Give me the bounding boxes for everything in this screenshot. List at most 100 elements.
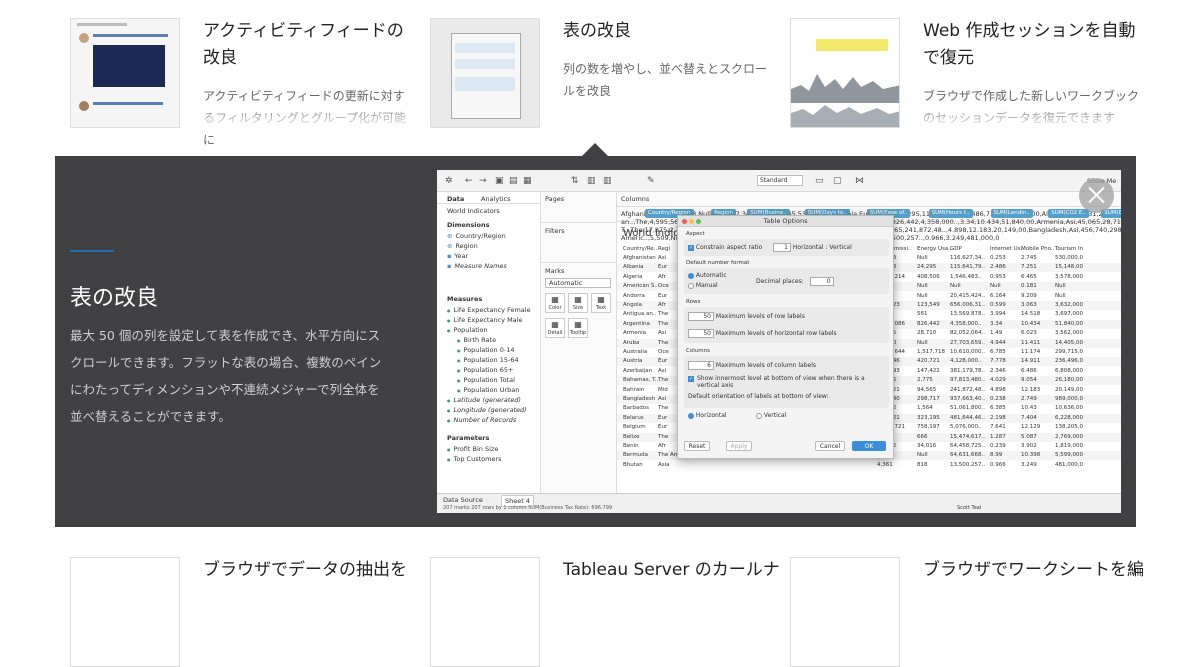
automatic-radio[interactable] [688, 272, 694, 279]
measure-field[interactable]: ● Population Urban [447, 385, 531, 395]
dimension-icon: ⊕ [447, 242, 453, 250]
tab-analytics[interactable]: Analytics [481, 195, 511, 203]
horizontal-radio[interactable] [688, 412, 694, 419]
column-header[interactable]: Internet Us.. [990, 244, 1024, 254]
close-icon[interactable] [1079, 178, 1114, 213]
card-bottom-2[interactable]: Tableau Server のカールナ [430, 557, 780, 667]
column-header[interactable]: GDP [950, 244, 962, 254]
minimize-window-icon[interactable] [689, 219, 694, 224]
number-format-label: Default number format [686, 260, 750, 266]
parameter-icon: ● [447, 457, 451, 462]
constrain-checkbox[interactable]: ✓ [688, 244, 694, 251]
cancel-button[interactable]: Cancel [815, 441, 845, 451]
measure-field[interactable]: ● Population 15-64 [447, 355, 531, 365]
innermost-checkbox[interactable]: ✓ [688, 376, 694, 382]
vertical-radio[interactable] [756, 412, 762, 419]
mark-size-button[interactable]: ▦ Size [568, 293, 588, 313]
card-activity-feed[interactable]: アクティビティフィードの改良 アクティビティフィードの更新に対するフィルタリング… [70, 18, 425, 147]
column-header[interactable]: Regi [658, 244, 670, 254]
manual-radio[interactable] [688, 282, 694, 289]
mark-type-dropdown[interactable]: Automatic [545, 278, 611, 288]
apply-button[interactable]: Apply [726, 441, 752, 451]
decimal-input[interactable]: 0 [809, 277, 834, 286]
measure-field[interactable]: ● Population [447, 325, 531, 335]
table-cell: 2.486 [990, 264, 1006, 271]
table-cell: 8.99 [990, 452, 1003, 459]
reset-button[interactable]: Reset [684, 441, 710, 451]
measure-field[interactable]: ● Population 0-14 [447, 345, 531, 355]
sort-asc-icon[interactable]: ▥ [587, 176, 596, 186]
mark-text-button[interactable]: ▦ Text [591, 293, 611, 313]
column-header[interactable]: Country/Re.. [623, 244, 657, 254]
pen-icon[interactable]: ✎ [647, 176, 655, 186]
table-cell: 6.023 [1021, 330, 1037, 337]
column-levels-input[interactable]: 6 [688, 361, 714, 370]
table-cell: 420,721 [917, 358, 940, 365]
card-web-session-restore[interactable]: Web 作成セッションを自動で復元 ブラウザで作成した新しいワークブックのセッシ… [790, 18, 1160, 130]
table-cell: Austria [623, 358, 643, 365]
parameter-field[interactable]: ● Profit Bin Size [447, 444, 502, 454]
table-cell: 0.239 [990, 443, 1006, 449]
row-levels-input[interactable]: 50 [688, 312, 714, 321]
dimension-field[interactable]: ⊕ Country/Region [447, 231, 507, 241]
panel-pointer [582, 143, 608, 156]
column-header[interactable]: Energy Usa.. [917, 244, 952, 254]
mark-detail-button[interactable]: ▦ Detail [545, 318, 565, 338]
ratio-input[interactable]: 1 [773, 243, 791, 252]
save-icon[interactable]: ▣ [495, 176, 504, 186]
swap-icon[interactable]: ⇅ [571, 176, 579, 186]
ok-button[interactable]: OK [852, 441, 886, 451]
presentation-icon[interactable]: ▢ [833, 176, 842, 186]
datasource-tab[interactable]: Data Source [443, 496, 483, 504]
table-cell: 2.745 [1021, 255, 1037, 261]
card-table-improvements[interactable]: 表の改良 列の数を増やし、並べ替えとスクロールを改良 [430, 18, 775, 128]
fit-dropdown[interactable]: Standard [757, 175, 803, 186]
new-datasource-icon[interactable]: ▤ [509, 176, 518, 186]
share-icon[interactable]: ⋈ [855, 176, 864, 186]
filters-shelf[interactable]: Filters [545, 227, 564, 235]
measure-field[interactable]: ● Latitude (generated) [447, 395, 531, 405]
measure-field[interactable]: ● Population 65+ [447, 365, 531, 375]
mark-color-button[interactable]: ▦ Color [545, 293, 565, 313]
table-cell: 34,016 [917, 443, 937, 449]
mark-tooltip-button[interactable]: ▦ Tooltip [568, 318, 588, 338]
row-pill[interactable]: SUM(Hours t.. [928, 209, 973, 218]
measure-field[interactable]: ● Number of Records [447, 415, 531, 425]
measure-field[interactable]: ● Life Expectancy Male [447, 315, 531, 325]
table-cell: 4,361 [877, 461, 893, 468]
measure-field[interactable]: ● Population Total [447, 375, 531, 385]
column-header[interactable]: Tourism In [1055, 244, 1083, 254]
card-bottom-1[interactable]: ブラウザでデータの抽出を [70, 557, 415, 667]
column-header[interactable]: Mobile Pho.. [1021, 244, 1054, 254]
parameter-field[interactable]: ● Top Customers [447, 454, 502, 464]
dimension-field[interactable]: ▪ Measure Names [447, 261, 507, 271]
table-cell: 64,458,725.. [950, 443, 985, 449]
horizontal-row-levels-input[interactable]: 50 [688, 329, 714, 338]
measure-field[interactable]: ● Birth Rate [447, 335, 531, 345]
row-pill[interactable]: SUM(Lendin.. [990, 209, 1033, 218]
table-cell: 2,769,000 [1055, 433, 1083, 440]
pages-shelf[interactable]: Pages [545, 195, 564, 203]
dimension-field[interactable]: ⊕ Region [447, 241, 507, 251]
table-cell: 241,872,48.. [950, 386, 985, 393]
table-cell: 27,703,659.. [950, 339, 985, 346]
user-name[interactable]: Scott Teal [957, 505, 981, 511]
chart-icon[interactable]: ▭ [815, 176, 824, 186]
close-window-icon[interactable] [682, 219, 687, 224]
columns-shelf[interactable]: Columns [621, 195, 649, 203]
sort-desc-icon[interactable]: ▥ [603, 176, 612, 186]
table-cell: Andorra [623, 292, 645, 299]
dimension-field[interactable]: ▪ Year [447, 251, 507, 261]
zoom-window-icon[interactable] [696, 219, 701, 224]
back-icon[interactable]: ← [465, 176, 473, 186]
tab-data[interactable]: Data [447, 195, 464, 203]
card-title: Web 作成セッションを自動で復元 [923, 21, 1136, 68]
forward-icon[interactable]: → [479, 176, 487, 186]
measure-field[interactable]: ● Life Expectancy Female [447, 305, 531, 315]
aspect-label: Aspect [686, 231, 705, 237]
datasource-name[interactable]: World Indicators [447, 207, 500, 215]
measure-field[interactable]: ● Longitude (generated) [447, 405, 531, 415]
new-sheet-icon[interactable]: ▦ [523, 176, 532, 186]
card-bottom-3[interactable]: ブラウザでワークシートを編 [790, 557, 1144, 667]
row-pill[interactable]: SUM(CO2 E.. [1048, 209, 1089, 218]
